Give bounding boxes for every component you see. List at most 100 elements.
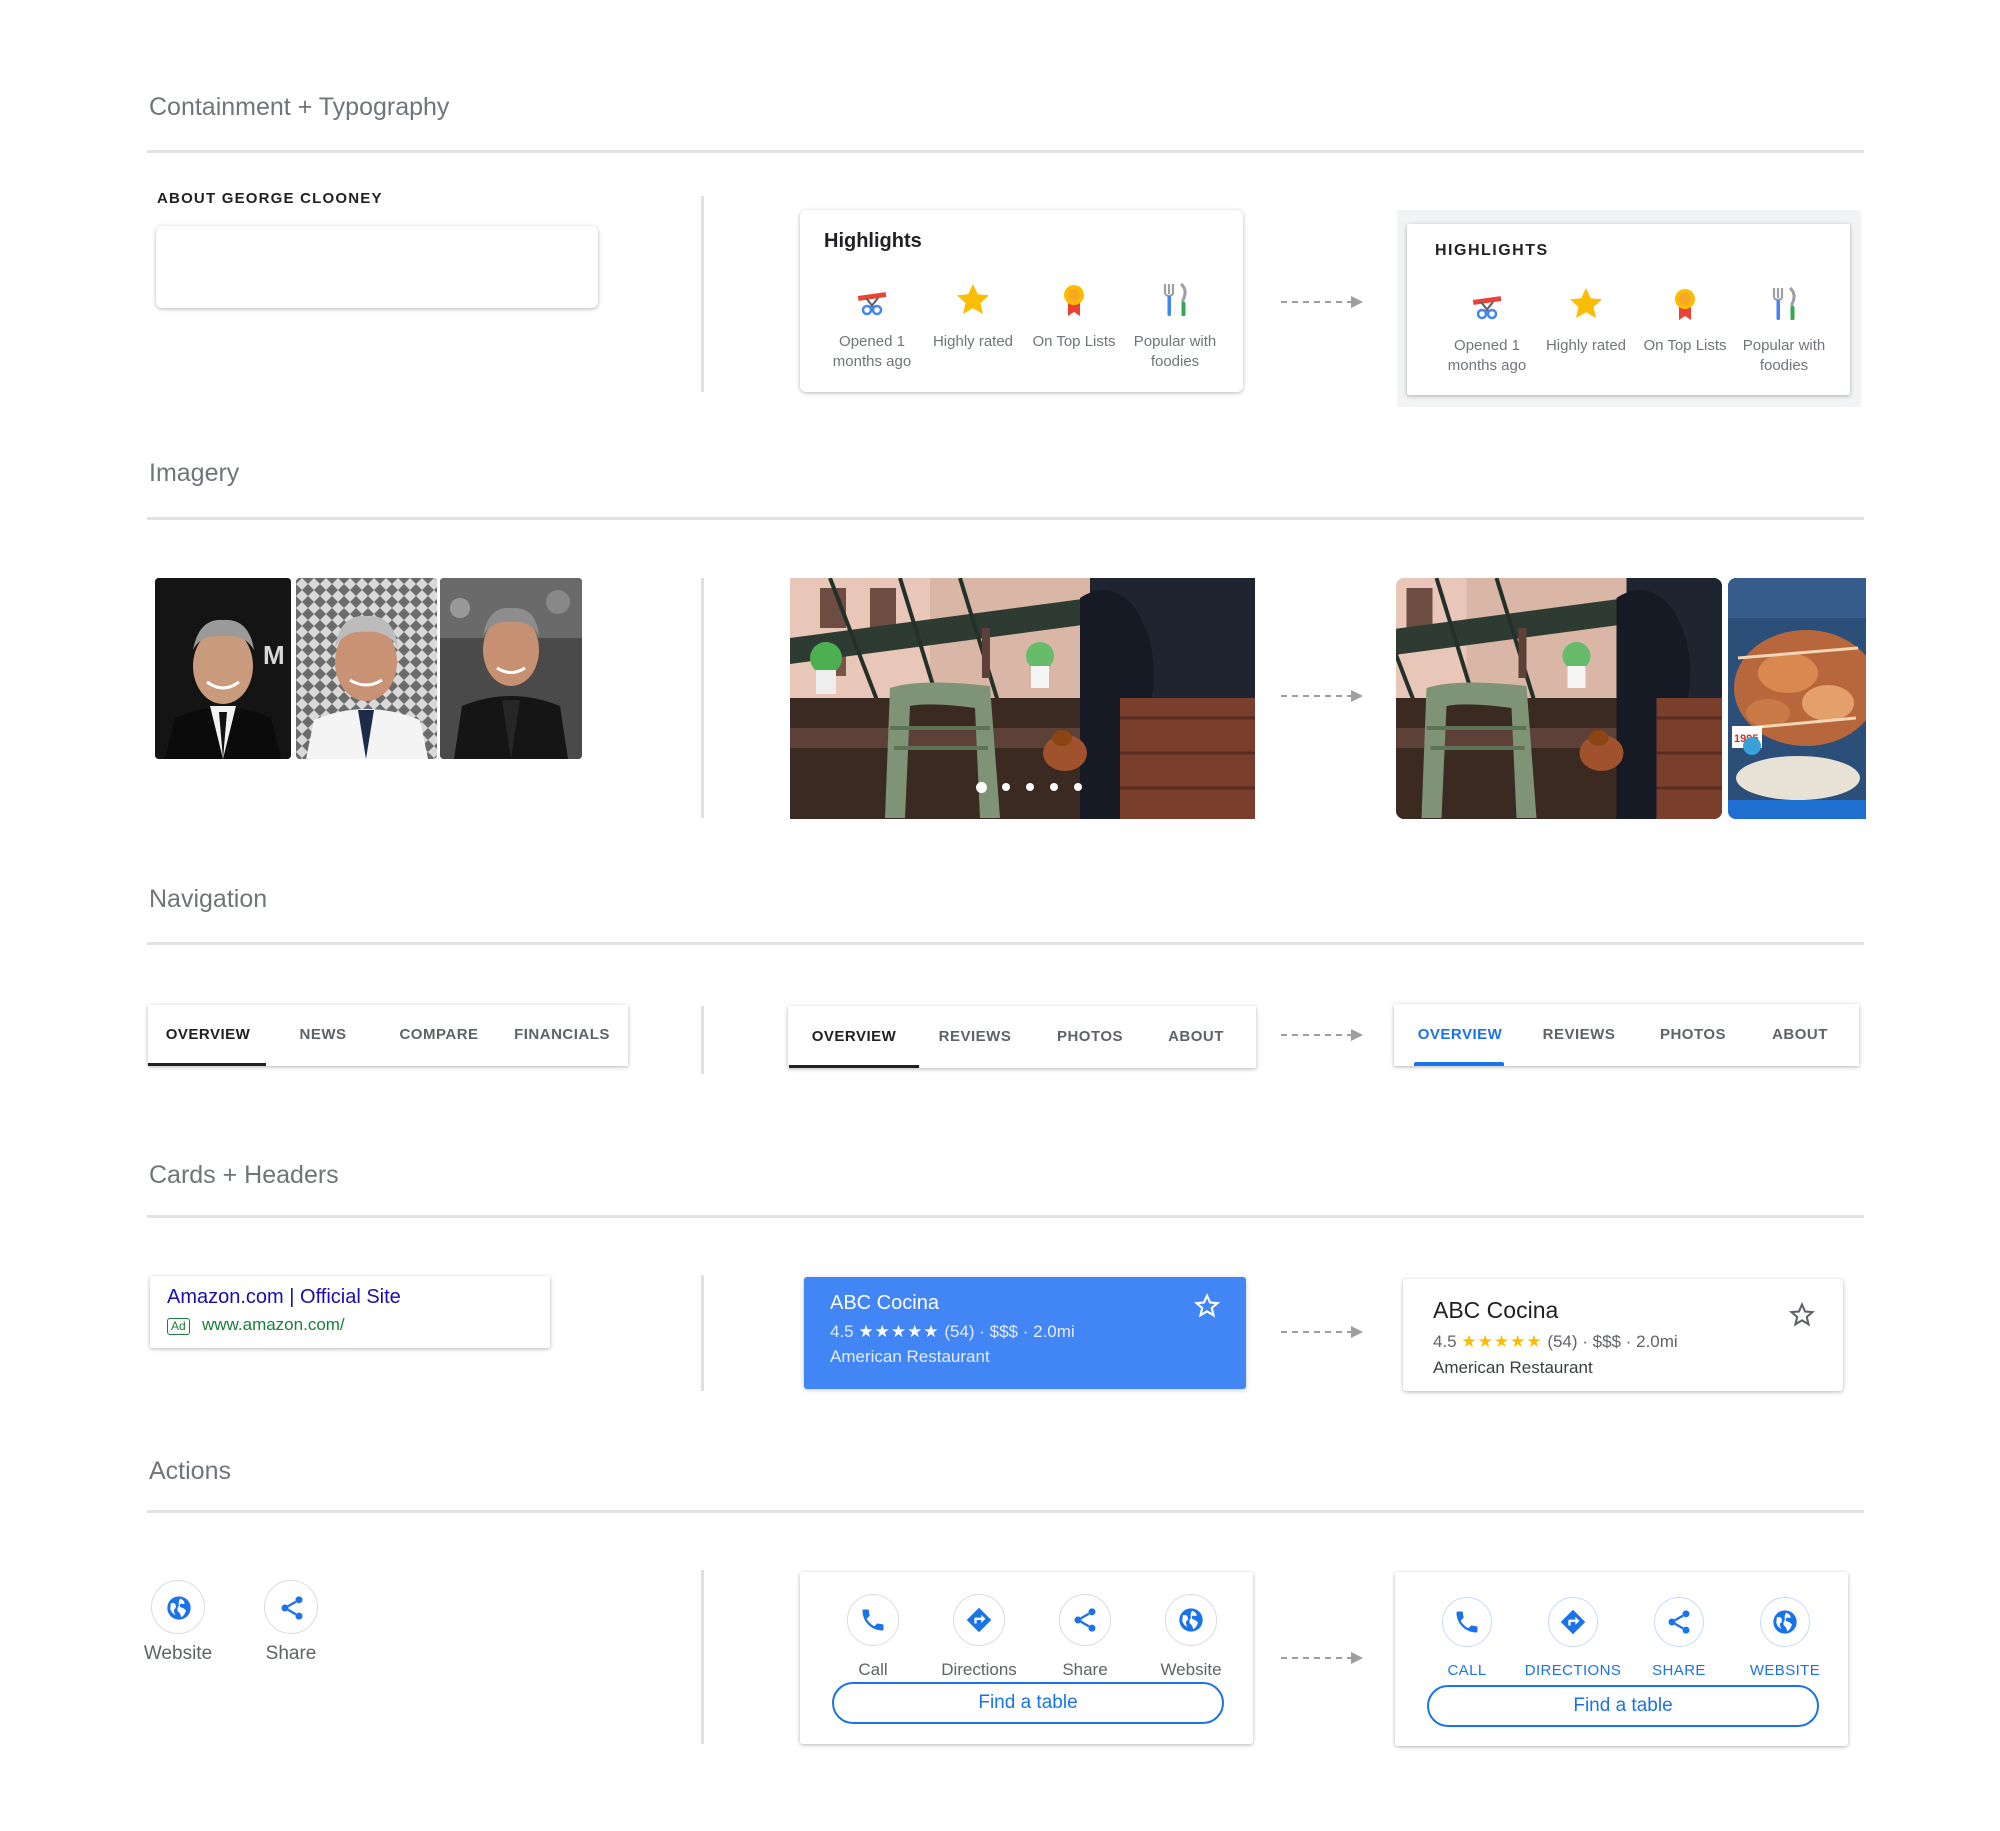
place-category: American Restaurant [1433,1358,1593,1377]
highlight-label: On Top Lists [1032,333,1116,350]
star-icon [953,280,993,320]
phone-icon [1456,1611,1477,1632]
tab-photos[interactable]: PHOTOS [1040,1028,1140,1045]
share-icon [281,1596,303,1620]
rating-stars: ★★★★★ [1461,1332,1543,1351]
section-divider [147,942,1864,945]
vertical-divider [701,578,704,818]
tab-reviews[interactable]: REVIEWS [925,1028,1025,1045]
website-action-label[interactable]: WEBSITE [1725,1662,1845,1679]
website-action-button[interactable] [1165,1594,1217,1646]
ad-url[interactable]: www.amazon.com/ [202,1315,345,1335]
share-action-button[interactable] [264,1580,318,1634]
section-divider [147,150,1864,153]
place-rating: 4.5 [830,1322,854,1341]
arrow-icon [1281,1326,1363,1338]
tab-financials[interactable]: FINANCIALS [503,1026,621,1043]
arrow-icon [1281,1029,1363,1041]
directions-action-button[interactable] [953,1594,1005,1646]
directions-icon [966,1607,991,1632]
tab-overview[interactable]: OVERVIEW [150,1026,266,1043]
tab-compare[interactable]: COMPARE [388,1026,490,1043]
tab-overview[interactable]: OVERVIEW [790,1028,918,1045]
carousel-dot[interactable] [1050,783,1058,791]
globe-icon [167,1596,191,1620]
globe-icon [1772,1609,1797,1634]
scissors-ribbon-icon [1467,284,1507,324]
tab-indicator [1414,1062,1504,1066]
carousel-dot[interactable] [1074,783,1082,791]
share-action-label[interactable]: Share [1025,1660,1145,1680]
portrait-photo-3[interactable] [440,578,582,759]
utensils-icon [1764,284,1804,324]
section-title-imagery: Imagery [149,459,240,487]
utensils-icon [1155,280,1195,320]
restaurant-photo-new[interactable] [1396,578,1722,819]
ad-title-link[interactable]: Amazon.com | Official Site [167,1286,401,1309]
tab-about[interactable]: ABOUT [1750,1026,1850,1043]
vertical-divider [701,1570,704,1744]
place-name: ABC Cocina [1433,1297,1559,1323]
carousel-dot[interactable] [1026,783,1034,791]
restaurant-photo-old[interactable] [790,578,1255,819]
ad-card[interactable]: Amazon.com | Official Site Ad www.amazon… [150,1276,550,1348]
section-divider [147,1510,1864,1513]
star-outline-icon[interactable] [1193,1292,1221,1320]
tab-reviews[interactable]: REVIEWS [1529,1026,1629,1043]
share-icon [1668,1609,1689,1634]
directions-icon [1560,1609,1585,1634]
star-outline-icon[interactable] [1788,1301,1816,1329]
highlight-label: Highly rated [1545,337,1627,354]
portrait-photo-1[interactable]: M [155,578,291,759]
tab-indicator [789,1065,919,1068]
award-ribbon-icon [1054,280,1094,320]
svg-text:M: M [263,640,285,670]
find-table-button[interactable]: Find a table [832,1682,1224,1724]
call-action-button[interactable] [1442,1597,1492,1647]
place-card-new[interactable]: ABC Cocina 4.5 ★★★★★ (54) · $$$ · 2.0mi … [1403,1279,1843,1391]
directions-action-label[interactable]: DIRECTIONS [1513,1662,1633,1679]
share-action-button[interactable] [1059,1594,1111,1646]
star-icon [1566,284,1606,324]
website-action-label[interactable]: Website [118,1643,238,1665]
tab-about[interactable]: ABOUT [1146,1028,1246,1045]
about-card [156,226,598,308]
arrow-icon [1281,1652,1363,1664]
directions-action-button[interactable] [1548,1597,1598,1647]
carousel-dot-active[interactable] [976,782,987,793]
seafood-photo[interactable]: 1995 [1728,578,1866,819]
section-divider [147,1215,1864,1218]
tab-overview[interactable]: OVERVIEW [1410,1026,1510,1043]
directions-action-label[interactable]: Directions [919,1660,1039,1680]
scissors-ribbon-icon [852,280,892,320]
place-category: American Restaurant [830,1347,990,1366]
place-meta: (54) · $$$ · 2.0mi [944,1322,1075,1341]
section-title-navigation: Navigation [149,885,268,913]
rating-stars: ★★★★★ [858,1322,940,1341]
tab-indicator [148,1063,266,1066]
highlight-label: On Top Lists [1643,337,1727,354]
website-action-button[interactable] [1760,1597,1810,1647]
section-title-actions: Actions [149,1457,231,1485]
find-table-button[interactable]: Find a table [1427,1685,1819,1727]
ad-badge: Ad [167,1318,190,1335]
tab-news[interactable]: NEWS [270,1026,376,1043]
section-title-cards: Cards + Headers [149,1161,339,1189]
share-action-button[interactable] [1654,1597,1704,1647]
website-action-button[interactable] [151,1580,205,1634]
place-rating: 4.5 [1433,1332,1457,1351]
place-card-old[interactable]: ABC Cocina 4.5 ★★★★★ (54) · $$$ · 2.0mi … [804,1277,1246,1389]
call-action-button[interactable] [847,1594,899,1646]
carousel-dot[interactable] [1002,783,1010,791]
highlight-label: Opened 1 months ago [832,333,912,370]
share-action-label[interactable]: Share [231,1643,351,1665]
place-name: ABC Cocina [830,1292,939,1314]
call-action-label[interactable]: CALL [1407,1662,1527,1679]
portrait-photo-2[interactable] [296,578,437,759]
website-action-label[interactable]: Website [1131,1660,1251,1680]
place-meta: (54) · $$$ · 2.0mi [1547,1332,1678,1351]
share-action-label[interactable]: SHARE [1619,1662,1739,1679]
tab-photos[interactable]: PHOTOS [1643,1026,1743,1043]
call-action-label[interactable]: Call [813,1660,933,1680]
highlight-label: Opened 1 months ago [1447,337,1527,374]
